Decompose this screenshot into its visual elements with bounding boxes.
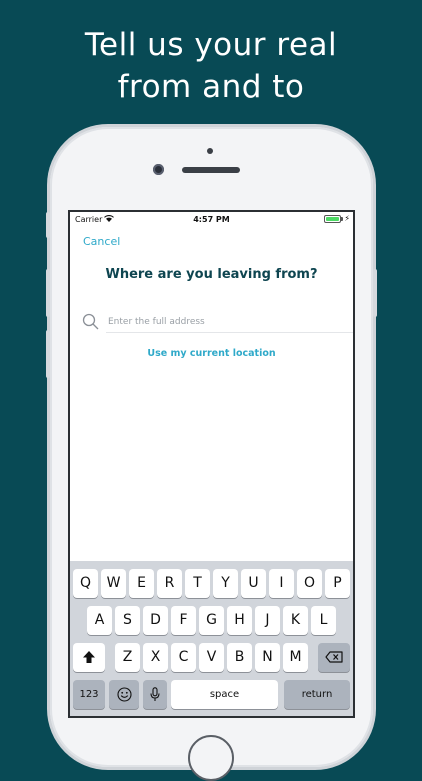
earpiece-speaker (182, 167, 240, 173)
key-f[interactable]: F (171, 606, 196, 635)
key-n[interactable]: N (255, 643, 280, 672)
key-p[interactable]: P (325, 569, 350, 598)
headline: Tell us your real from and to (0, 24, 422, 108)
key-w[interactable]: W (101, 569, 126, 598)
key-u[interactable]: U (241, 569, 266, 598)
search-icon (82, 313, 99, 330)
delete-icon (325, 651, 343, 663)
microphone-icon (150, 687, 160, 701)
volume-down-button (46, 330, 50, 378)
key-m[interactable]: M (283, 643, 308, 672)
key-g[interactable]: G (199, 606, 224, 635)
key-k[interactable]: K (283, 606, 308, 635)
shift-icon (83, 651, 95, 663)
address-input[interactable] (106, 312, 353, 333)
key-j[interactable]: J (255, 606, 280, 635)
return-key[interactable]: return (284, 680, 350, 709)
key-q[interactable]: Q (73, 569, 98, 598)
headline-line-2: from and to (117, 69, 305, 105)
front-camera (153, 164, 164, 175)
charging-icon: ⚡ (344, 214, 350, 223)
home-button[interactable] (188, 735, 234, 781)
key-l[interactable]: L (311, 606, 336, 635)
emoji-icon (116, 687, 132, 702)
key-y[interactable]: Y (213, 569, 238, 598)
power-button (373, 269, 377, 317)
key-v[interactable]: V (199, 643, 224, 672)
key-e[interactable]: E (129, 569, 154, 598)
delete-key[interactable] (318, 643, 350, 672)
phone-screen: Carrier 4:57 PM ⚡ Cancel Where are you l… (68, 210, 355, 718)
key-s[interactable]: S (115, 606, 140, 635)
page-title: Where are you leaving from? (105, 267, 318, 282)
status-time: 4:57 PM (193, 215, 230, 224)
key-b[interactable]: B (227, 643, 252, 672)
proximity-sensor (207, 148, 213, 154)
key-x[interactable]: X (143, 643, 168, 672)
key-r[interactable]: R (157, 569, 182, 598)
key-a[interactable]: A (87, 606, 112, 635)
key-o[interactable]: O (297, 569, 322, 598)
key-d[interactable]: D (143, 606, 168, 635)
emoji-key[interactable] (109, 680, 139, 709)
phone-frame: Carrier 4:57 PM ⚡ Cancel Where are you l… (46, 127, 377, 781)
key-c[interactable]: C (171, 643, 196, 672)
space-key[interactable]: space (171, 680, 278, 709)
keyboard: Q W E R T Y U I O P A S D F G H J K L Z … (70, 561, 353, 716)
mute-switch (46, 212, 50, 238)
use-current-location-link[interactable]: Use my current location (70, 348, 353, 359)
numbers-key[interactable]: 123 (73, 680, 105, 709)
cancel-button[interactable]: Cancel (83, 235, 120, 248)
battery-icon (324, 215, 343, 223)
volume-up-button (46, 269, 50, 317)
key-z[interactable]: Z (115, 643, 140, 672)
dictation-key[interactable] (143, 680, 167, 709)
shift-key[interactable] (73, 643, 105, 672)
key-h[interactable]: H (227, 606, 252, 635)
key-i[interactable]: I (269, 569, 294, 598)
status-bar: Carrier 4:57 PM ⚡ (70, 212, 353, 228)
key-t[interactable]: T (185, 569, 210, 598)
headline-line-1: Tell us your real (84, 27, 338, 63)
